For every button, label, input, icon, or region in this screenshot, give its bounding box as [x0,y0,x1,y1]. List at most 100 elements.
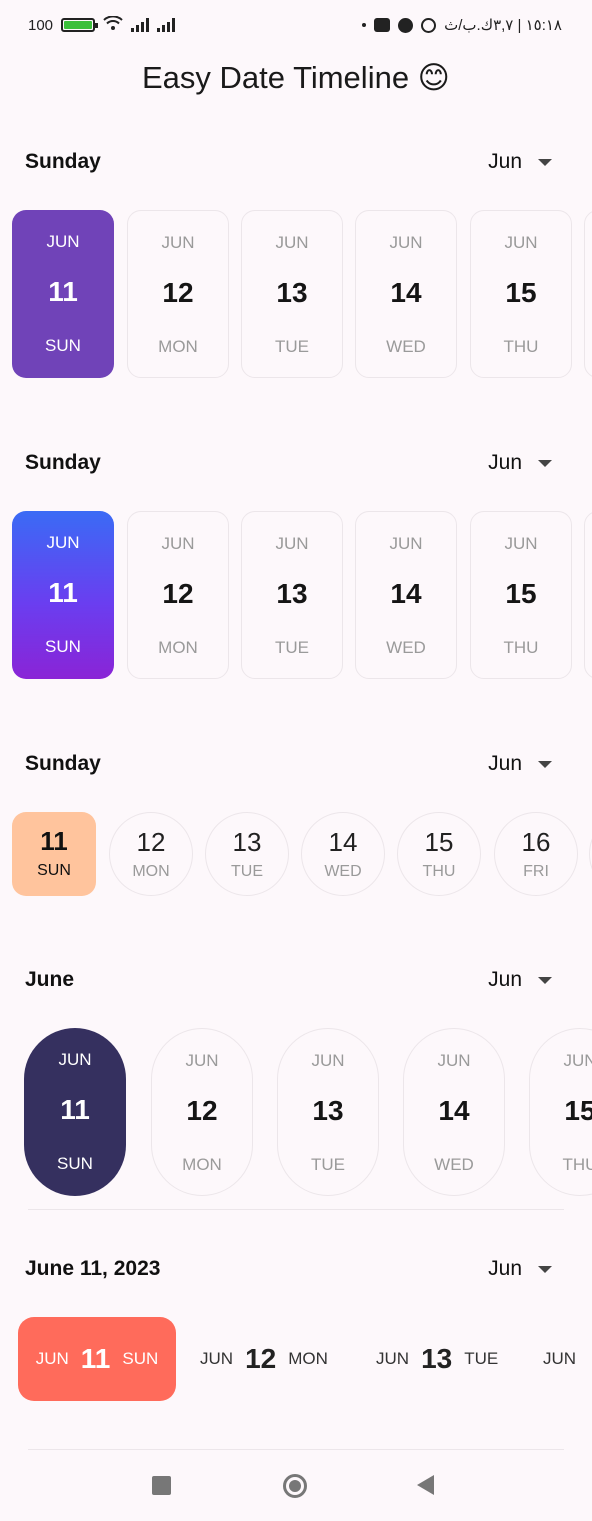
date-card-weekday: WED [386,337,426,356]
battery-icon [61,18,99,32]
recents-square-icon[interactable] [152,1476,171,1495]
date-card-weekday: MON [288,1349,328,1368]
date-card-day: 12 [162,277,194,308]
selected-day-label: Sunday [25,150,101,173]
date-card-selected[interactable]: 11 SUN [12,812,96,896]
date-card[interactable]: JUN 12 MON [127,210,229,378]
date-card-partial[interactable]: JUN [543,1317,576,1401]
month-dropdown[interactable]: Jun [488,752,552,776]
chevron-down-icon [538,158,552,166]
date-card-month: JUN [46,232,80,251]
date-card-weekday: SUN [57,1154,93,1173]
date-card-weekday: TUE [311,1155,345,1174]
date-card-day: 11 [40,826,68,856]
date-strip[interactable]: JUN 11 SUN JUN 12 MON JUN 13 TUE JUN 14 … [0,1028,592,1198]
date-card[interactable]: JUN 13 TUE [241,210,343,378]
date-card-month: JUN [437,1051,471,1070]
date-card[interactable]: JUN 14 WED [403,1028,505,1196]
date-card-weekday: MON [132,863,170,880]
date-card-month: JUN [389,534,423,553]
timeline-header: Sunday Jun [0,142,592,182]
app-notification-icon [398,17,414,33]
date-card[interactable]: JUN 12 MON [200,1317,328,1401]
date-card-selected[interactable]: JUN 11 SUN [24,1028,126,1196]
month-dropdown[interactable]: Jun [488,150,552,174]
date-card[interactable]: 12 MON [109,812,193,896]
date-card[interactable]: 15 THU [397,812,481,896]
selected-month-label: June [25,968,75,991]
date-strip[interactable]: JUN 11 SUN JUN 12 MON JUN 13 TUE JUN 14 … [0,511,592,681]
date-card-weekday: WED [324,863,362,880]
month-dropdown-value: Jun [488,451,522,474]
date-card-day: 11 [80,1343,111,1374]
date-card-selected[interactable]: JUN 11 SUN [12,210,114,378]
date-card-day: 11 [48,577,78,608]
chevron-down-icon [538,760,552,768]
date-card-month: JUN [46,533,80,552]
date-card-month: JUN [58,1050,92,1069]
date-card[interactable]: JUN 12 MON [151,1028,253,1196]
date-card-day: 15 [424,827,454,857]
date-card-month: JUN [200,1349,234,1368]
date-card[interactable]: 13 TUE [205,812,289,896]
date-card[interactable]: JUN 14 WED [355,511,457,679]
date-card[interactable]: 14 WED [301,812,385,896]
whatsapp-icon [421,17,437,33]
month-dropdown[interactable]: Jun [488,451,552,475]
back-triangle-icon[interactable] [417,1475,434,1495]
date-card-month: JUN [543,1349,577,1368]
date-card-weekday: MON [158,337,198,356]
date-card[interactable]: JUN 13 TUE [277,1028,379,1196]
date-card-month: JUN [35,1349,69,1368]
timeline-section-2: Sunday Jun JUN 11 SUN JUN 12 MON JUN 13 … [0,443,592,679]
timeline-header: June Jun [0,960,592,1000]
month-dropdown[interactable]: Jun [488,1257,552,1281]
date-card-day: 13 [312,1095,344,1126]
date-card-day: 12 [186,1095,218,1126]
date-card-month: JUN [563,1051,592,1070]
date-card-weekday: THU [422,863,456,880]
date-strip[interactable]: JUN 11 SUN JUN 12 MON JUN 13 TUE JUN [0,1317,592,1403]
section-divider [28,1209,564,1210]
date-card[interactable]: JUN 14 WED [355,210,457,378]
date-card[interactable]: JUN 13 TUE [241,511,343,679]
date-card-weekday: MON [182,1155,222,1174]
chevron-down-icon [538,459,552,467]
date-strip[interactable]: JUN 11 SUN JUN 12 MON JUN 13 TUE JUN 14 … [0,210,592,380]
date-card-day: 13 [276,578,308,609]
date-card-weekday: SUN [45,637,81,656]
app-title: Easy Date Timeline 😊 [142,60,450,95]
date-card-selected[interactable]: JUN 11 SUN [12,511,114,679]
date-card[interactable]: JUN 15 THU [529,1028,592,1196]
date-card-day: 14 [438,1095,470,1126]
date-card-month: JUN [389,233,423,252]
notification-dot-icon [362,23,367,27]
status-left: 100 [28,15,176,34]
youtube-icon [374,18,391,32]
date-card[interactable]: JUN 13 TUE [376,1317,498,1401]
date-card-partial[interactable] [584,511,592,679]
date-card-weekday: SUN [122,1349,159,1368]
date-card[interactable]: JUN 15 THU [470,511,572,679]
date-card-weekday: TUE [275,638,309,657]
date-card-month: JUN [161,534,195,553]
date-card-weekday: TUE [464,1349,499,1368]
home-circle-icon[interactable] [283,1474,307,1498]
system-nav-bar [0,1450,592,1521]
signal-icon-2 [157,18,176,32]
date-card-partial[interactable] [584,210,592,378]
date-card-month: JUN [185,1051,219,1070]
date-card-day: 11 [60,1094,90,1125]
date-card-selected[interactable]: JUN 11 SUN [18,1317,176,1401]
month-dropdown[interactable]: Jun [488,968,552,992]
timeline-section-5: June 11, 2023 Jun JUN 11 SUN JUN 12 MON … [0,1249,592,1401]
selected-day-label: Sunday [25,752,101,775]
date-card[interactable]: 16 FRI [494,812,578,896]
date-strip[interactable]: 11 SUN 12 MON 13 TUE 14 WED 15 THU 16 FR… [0,812,592,898]
date-card-day: 16 [521,827,551,857]
timeline-section-1: Sunday Jun JUN 11 SUN JUN 12 MON JUN 13 … [0,142,592,378]
date-card-day: 12 [136,827,166,857]
date-card-day: 14 [390,277,422,308]
date-card[interactable]: JUN 12 MON [127,511,229,679]
date-card[interactable]: JUN 15 THU [470,210,572,378]
